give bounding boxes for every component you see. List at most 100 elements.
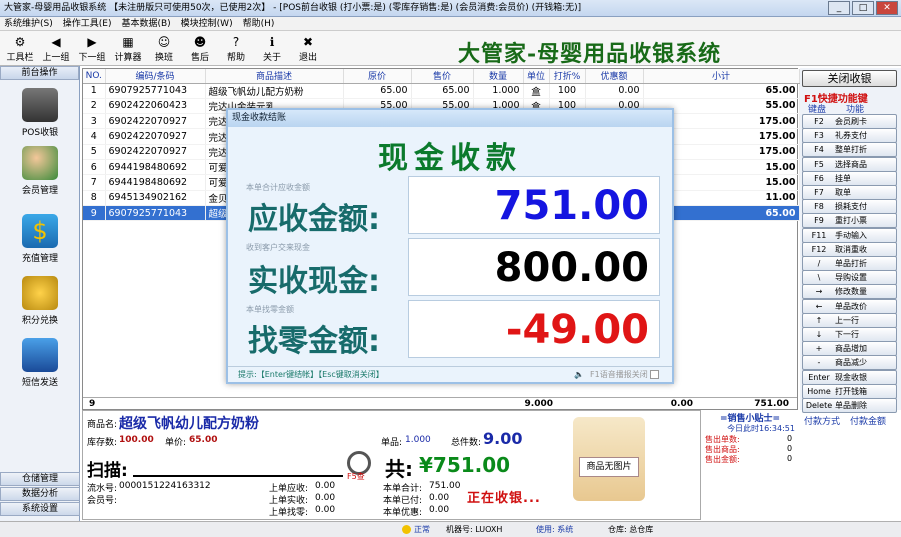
- last-paid-value: 0.00: [315, 493, 336, 503]
- received-hint: 收到客户交来现金: [246, 243, 310, 252]
- shortcut-key: F8: [814, 202, 824, 212]
- shortcut-function: 单品删除: [835, 401, 867, 410]
- status-machine: 机器号: LUOXH: [446, 525, 503, 534]
- voice-toggle-label: F1语音播报关闭: [590, 370, 648, 379]
- items-value: 1.000: [405, 435, 431, 445]
- shortcut-button[interactable]: F6 挂单: [802, 170, 897, 186]
- scan-input[interactable]: [133, 459, 343, 477]
- shortcut-button[interactable]: F12 取消重收: [802, 241, 897, 257]
- close-checkout-button[interactable]: 关闭收银: [802, 70, 897, 87]
- total-qty-label: 总件数:: [451, 438, 482, 448]
- stock-label: 库存数:: [87, 438, 118, 448]
- speaker-icon: 🔈: [574, 370, 584, 379]
- shortcut-button[interactable]: ↑ 上一行: [802, 312, 897, 328]
- col-unit: 单位: [523, 69, 550, 84]
- shortcut-key: Enter: [808, 372, 830, 382]
- shortcut-button[interactable]: ← 单品改价: [802, 298, 897, 314]
- menu-help[interactable]: 帮助(H): [243, 19, 275, 29]
- shortcut-function: 单品改价: [835, 301, 867, 311]
- nav-data-analysis[interactable]: 数据分析: [0, 487, 80, 501]
- shortcut-button[interactable]: F2 会员刷卡: [802, 114, 897, 129]
- info-icon: ℹ: [269, 35, 275, 49]
- user-icon: ☺: [157, 35, 171, 49]
- total-qty-value: 9.00: [483, 429, 523, 448]
- shortcut-button[interactable]: F3 礼券支付: [802, 128, 897, 144]
- shortcut-button[interactable]: → 修改数量: [802, 284, 897, 300]
- left-panel-header: 前台操作: [0, 66, 79, 80]
- dialog-title: 现金收款结账: [228, 110, 672, 127]
- shortcut-button[interactable]: Delete 单品删除: [802, 398, 897, 413]
- shortcut-button[interactable]: F7 取单: [802, 185, 897, 200]
- shortcut-function: 商品增加: [835, 344, 867, 354]
- shortcut-function: 损耗支付: [835, 202, 867, 212]
- shortcut-button[interactable]: F5 选择商品: [802, 156, 897, 172]
- voice-checkbox[interactable]: [650, 370, 659, 379]
- table-cell: 100: [549, 83, 586, 99]
- col-no: NO.: [83, 69, 106, 84]
- change-hint: 本单找零金额: [246, 305, 294, 314]
- table-cell: 1: [83, 83, 106, 99]
- next-group-button[interactable]: ▶ 下一组: [74, 33, 110, 63]
- nav-recharge[interactable]: $ 充值管理: [0, 214, 80, 264]
- nav-system-settings[interactable]: 系统设置: [0, 502, 80, 516]
- dialog-footer: 提示:【Enter键结帐】【Esc键取消关闭】 🔈 F1语音播报关闭: [228, 366, 672, 382]
- help-button[interactable]: ? 帮助: [218, 33, 254, 63]
- cash-payment-dialog: 现金收款结账 现金收款 本单合计应收金额 应收金额: 751.00 收到客户交来…: [226, 108, 674, 384]
- shortcut-button[interactable]: F11 手动输入: [802, 227, 897, 243]
- shortcut-function: 挂单: [835, 173, 851, 183]
- footer-total: 751.00: [754, 399, 789, 409]
- shortcut-function: 现金收银: [835, 372, 867, 382]
- info-area: 商品名: 超级飞帆幼儿配方奶粉 库存数: 100.00 单价: 65.00 单品…: [82, 410, 798, 520]
- shortcut-button[interactable]: + 商品增加: [802, 341, 897, 357]
- shortcut-button[interactable]: \ 导购设置: [802, 270, 897, 286]
- nav-warehouse[interactable]: 仓储管理: [0, 472, 80, 486]
- shortcut-button[interactable]: F4 整单打折: [802, 142, 897, 158]
- shortcut-button[interactable]: - 商品减少: [802, 355, 897, 371]
- shortcut-button[interactable]: F9 重打小票: [802, 213, 897, 229]
- nav-points-exchange[interactable]: 积分兑换: [0, 276, 80, 326]
- about-button[interactable]: ℹ 关于: [254, 33, 290, 63]
- nav-member-management[interactable]: 会员管理: [0, 146, 80, 196]
- last-change-label: 上单找零:: [269, 508, 309, 518]
- nav-pos-checkout[interactable]: POS收银: [0, 88, 80, 138]
- menu-tools[interactable]: 操作工具(E): [63, 19, 112, 29]
- col-discount: 打折%: [549, 69, 586, 84]
- dollar-card-icon: $: [22, 214, 58, 248]
- shortcut-button[interactable]: Enter 现金收银: [802, 369, 897, 385]
- calculator-button[interactable]: ▦ 计算器: [110, 33, 146, 63]
- shortcut-button[interactable]: / 单品打折: [802, 256, 897, 271]
- shortcut-button[interactable]: Home 打开钱箱: [802, 383, 897, 399]
- close-window-button[interactable]: ✕: [876, 1, 898, 15]
- table-cell: 6907925771043: [105, 205, 206, 222]
- col-promo: 优惠额: [585, 69, 644, 84]
- shortcut-panel: 关闭收银 F1快捷功能键 键盘 功能 F2 会员刷卡 F3 礼券支付 F4 整单打折 F5 选…: [800, 68, 901, 413]
- maximize-button[interactable]: □: [852, 1, 874, 15]
- minimize-button[interactable]: _: [828, 1, 850, 15]
- shortcut-function: 打开钱箱: [835, 386, 867, 396]
- prev-group-button[interactable]: ◀ 上一组: [38, 33, 74, 63]
- shortcut-function: 修改数量: [835, 287, 867, 297]
- shortcut-function: 下一行: [835, 330, 859, 339]
- table-cell: 5: [83, 144, 106, 160]
- shift-change-button[interactable]: ☺ 换班: [146, 33, 182, 63]
- menu-basic-data[interactable]: 基本数据(B): [121, 19, 170, 29]
- exit-button[interactable]: ✖ 退出: [290, 33, 326, 63]
- nav-sms[interactable]: 短信发送: [0, 338, 80, 388]
- table-cell: 6902422070927: [105, 128, 206, 145]
- toolbar-toggle-button[interactable]: ⚙ 工具栏: [2, 33, 38, 63]
- shortcut-function: 重打小票: [835, 216, 867, 226]
- cash-received-input[interactable]: 800.00: [408, 238, 660, 296]
- menu-module[interactable]: 模块控制(W): [181, 19, 233, 29]
- after-sales-button[interactable]: ☻ 售后: [182, 33, 218, 63]
- shortcut-button[interactable]: ↓ 下一行: [802, 327, 897, 342]
- grand-total-label: 共:: [385, 457, 413, 481]
- shortcut-button[interactable]: F8 损耗支付: [802, 199, 897, 215]
- table-row[interactable]: 1 6907925771043 超级飞帆幼儿配方奶粉 65.00 65.00 1.000 盒…: [83, 83, 800, 99]
- shortcut-key: /: [817, 259, 821, 268]
- footer-qty: 9.000: [524, 399, 553, 409]
- shortcut-function: 手动输入: [835, 230, 867, 240]
- status-user: 使用: 系统: [536, 525, 574, 534]
- table-cell: 6945134902162: [105, 190, 206, 206]
- menu-system[interactable]: 系统维护(S): [4, 19, 53, 29]
- cur-disc-label: 本单优惠:: [383, 508, 423, 518]
